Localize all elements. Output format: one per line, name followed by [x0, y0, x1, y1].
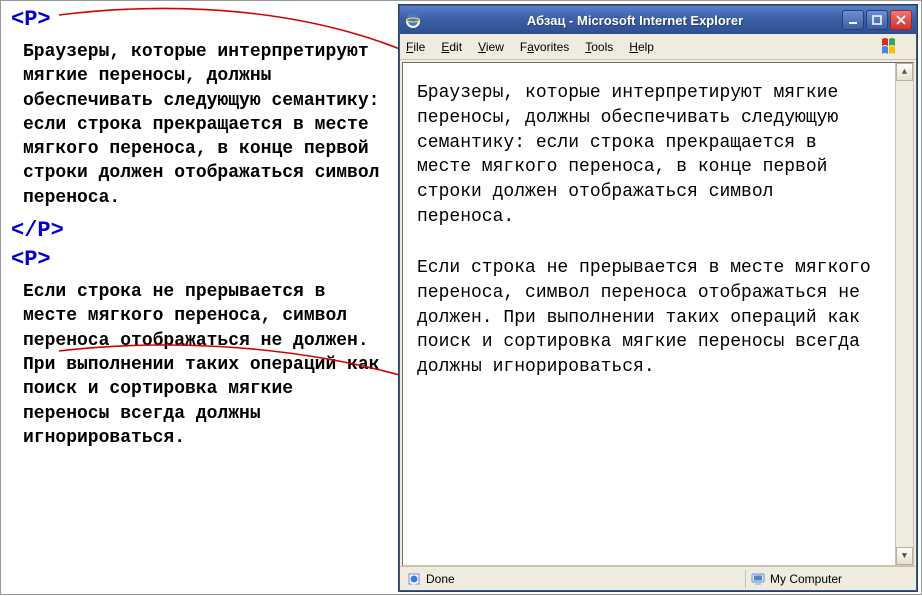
menu-edit[interactable]: Edit: [441, 40, 462, 54]
scroll-track[interactable]: [896, 81, 913, 547]
scroll-down-button[interactable]: ▼: [896, 547, 913, 565]
content-area: Браузеры, которые интерпретируют мягкие …: [402, 62, 914, 566]
source-code-panel: <P> Браузеры, которые интерпретируют мяг…: [11, 3, 381, 458]
close-p-tag-1: </P>: [11, 218, 381, 243]
menubar: File Edit View Favorites Tools Help: [400, 34, 916, 60]
minimize-button[interactable]: [842, 10, 864, 30]
scroll-up-button[interactable]: ▲: [896, 63, 913, 81]
menu-file[interactable]: File: [406, 40, 425, 54]
rendered-page: Браузеры, которые интерпретируют мягкие …: [403, 63, 895, 565]
windows-flag-icon: [876, 36, 910, 58]
open-p-tag-1: <P>: [11, 7, 381, 32]
ie-icon: [404, 11, 422, 29]
titlebar: Абзац - Microsoft Internet Explorer: [400, 6, 916, 34]
menu-favorites[interactable]: Favorites: [520, 40, 569, 54]
status-zone-label: My Computer: [770, 572, 842, 586]
rendered-paragraph-2: Если строка не прерывается в месте мягко…: [417, 256, 881, 380]
window-title: Абзац - Microsoft Internet Explorer: [428, 13, 842, 28]
open-p-tag-2: <P>: [11, 247, 381, 272]
maximize-button[interactable]: [866, 10, 888, 30]
rendered-paragraph-1: Браузеры, которые интерпретируют мягкие …: [417, 81, 881, 230]
done-icon: [406, 571, 422, 587]
menu-tools[interactable]: Tools: [585, 40, 613, 54]
statusbar: Done My Computer: [400, 566, 916, 590]
source-paragraph-1: Браузеры, которые интерпретируют мягкие …: [23, 40, 381, 210]
menu-view[interactable]: View: [478, 40, 504, 54]
vertical-scrollbar[interactable]: ▲ ▼: [895, 63, 913, 565]
close-button[interactable]: [890, 10, 912, 30]
source-paragraph-2: Если строка не прерывается в месте мягко…: [23, 280, 381, 450]
status-done-label: Done: [426, 572, 455, 586]
status-separator: [745, 570, 746, 588]
my-computer-icon: [750, 571, 766, 587]
browser-window: Абзац - Microsoft Internet Explorer File…: [399, 5, 917, 591]
menu-help[interactable]: Help: [629, 40, 654, 54]
